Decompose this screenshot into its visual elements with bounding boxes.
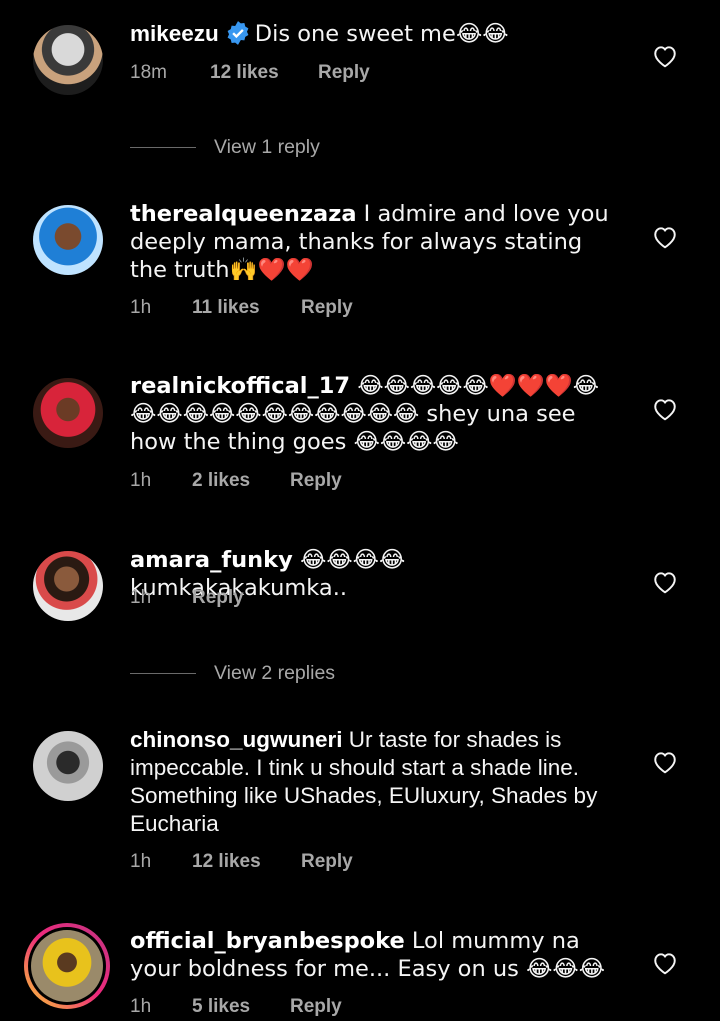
heart-outline-icon[interactable] bbox=[652, 397, 678, 421]
divider-line bbox=[130, 673, 196, 675]
heart-outline-icon[interactable] bbox=[652, 570, 678, 594]
likes-count[interactable]: 12 likes bbox=[192, 850, 301, 874]
likes-count[interactable]: 5 likes bbox=[192, 995, 290, 1019]
username[interactable]: mikeezu bbox=[130, 21, 219, 46]
reply-button[interactable]: Reply bbox=[301, 296, 353, 320]
likes-count[interactable]: 12 likes bbox=[210, 61, 318, 85]
avatar[interactable] bbox=[33, 25, 103, 95]
avatar[interactable] bbox=[33, 551, 103, 621]
username[interactable]: amara_funky bbox=[130, 547, 293, 573]
comment-text: Dis one sweet me😂😂 bbox=[254, 21, 509, 47]
reply-button[interactable]: Reply bbox=[318, 61, 370, 85]
view-replies-button[interactable]: View 2 replies bbox=[130, 661, 335, 685]
timestamp: 1h bbox=[130, 297, 152, 318]
timestamp: 18m bbox=[130, 62, 167, 83]
divider-line bbox=[130, 147, 196, 149]
timestamp: 1h bbox=[130, 470, 152, 491]
reply-button[interactable]: Reply bbox=[192, 586, 244, 610]
likes-count[interactable]: 11 likes bbox=[192, 296, 301, 320]
view-replies-button[interactable]: View 1 reply bbox=[130, 135, 320, 159]
username[interactable]: official_bryanbespoke bbox=[130, 928, 405, 954]
likes-count[interactable]: 2 likes bbox=[192, 469, 290, 493]
timestamp: 1h bbox=[130, 996, 152, 1017]
verified-badge-icon bbox=[227, 21, 249, 45]
username[interactable]: realnickoffical_17 bbox=[130, 373, 350, 399]
reply-button[interactable]: Reply bbox=[290, 995, 342, 1019]
avatar[interactable] bbox=[33, 731, 103, 801]
heart-outline-icon[interactable] bbox=[652, 750, 678, 774]
avatar[interactable] bbox=[33, 205, 103, 275]
heart-outline-icon[interactable] bbox=[652, 225, 678, 249]
timestamp: 1h bbox=[130, 587, 152, 608]
reply-button[interactable]: Reply bbox=[290, 469, 342, 493]
reply-button[interactable]: Reply bbox=[301, 850, 353, 874]
heart-outline-icon[interactable] bbox=[652, 44, 678, 68]
avatar-with-story-ring[interactable] bbox=[24, 923, 110, 1009]
timestamp: 1h bbox=[130, 851, 152, 872]
avatar[interactable] bbox=[33, 378, 103, 448]
heart-outline-icon[interactable] bbox=[652, 951, 678, 975]
username[interactable]: therealqueenzaza bbox=[130, 201, 357, 227]
username[interactable]: chinonso_ugwuneri bbox=[130, 727, 343, 752]
